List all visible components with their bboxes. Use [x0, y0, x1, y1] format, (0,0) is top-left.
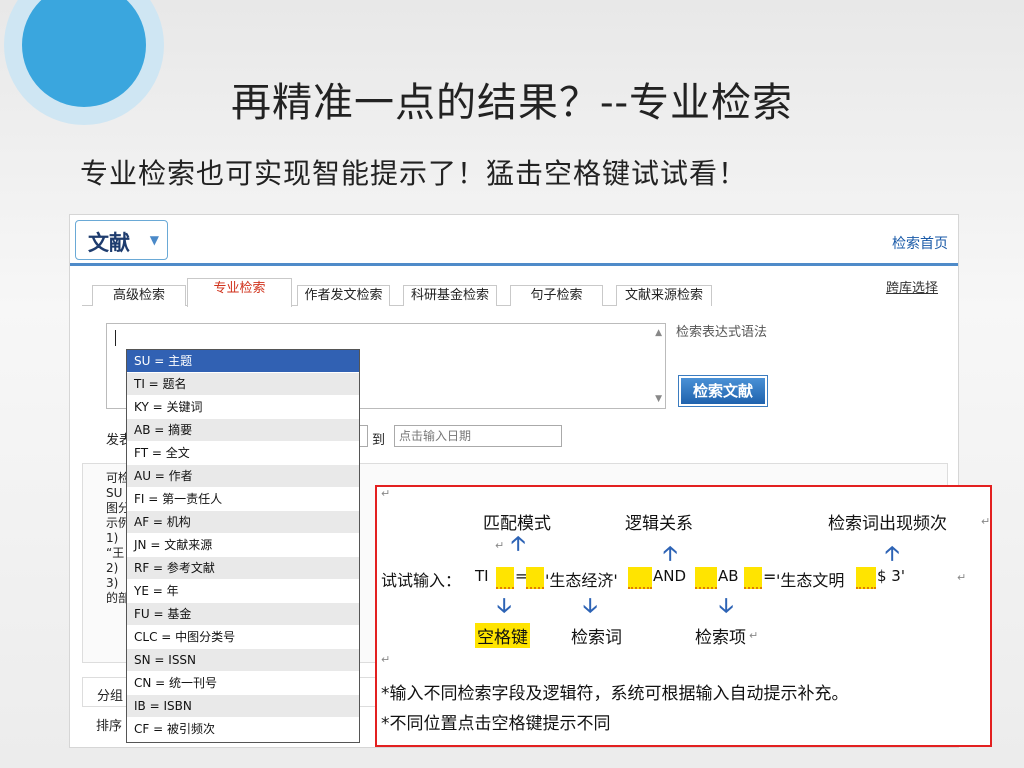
arrow-down-icon: 🡣 [497, 593, 512, 617]
dropdown-item[interactable]: CN = 统一刊号 [127, 672, 359, 695]
label-frequency: 检索词出现频次 [828, 514, 947, 534]
dropdown-item[interactable]: FU = 基金 [127, 603, 359, 626]
note-space-position: *不同位置点击空格键提示不同 [381, 714, 611, 734]
space-marker [628, 567, 652, 589]
database-selector-label: 文献 [88, 230, 130, 255]
header-divider [70, 263, 958, 266]
dropdown-item[interactable]: FT = 全文 [127, 442, 359, 465]
cross-database-link[interactable]: 跨库选择 [886, 277, 938, 296]
try-input-label: 试试输入： [381, 571, 462, 590]
dropdown-item[interactable]: JN = 文献来源 [127, 534, 359, 557]
dropdown-item[interactable]: FI = 第一责任人 [127, 488, 359, 511]
slide-title: 再精准一点的结果？--专业检索 [230, 80, 794, 126]
arrow-up-icon: 🡡 [511, 531, 526, 555]
database-selector[interactable]: 文献 ▼ [75, 220, 168, 260]
dropdown-item[interactable]: SU = 主题 [127, 350, 359, 373]
search-button-label: 检索文献 [681, 378, 765, 404]
search-button[interactable]: 检索文献 [678, 375, 768, 407]
tab-fund-search[interactable]: 科研基金检索 [403, 285, 497, 306]
dropdown-item[interactable]: AU = 作者 [127, 465, 359, 488]
arrow-down-icon: 🡣 [583, 593, 598, 617]
dropdown-item[interactable]: SN = ISSN [127, 649, 359, 672]
space-marker [695, 567, 717, 589]
space-marker [744, 567, 762, 589]
dropdown-item[interactable]: TI = 题名 [127, 373, 359, 396]
label-space-key: 空格键 [475, 623, 530, 648]
date-to-label: 到 [372, 433, 386, 448]
tab-sentence-search[interactable]: 句子检索 [510, 285, 603, 306]
arrow-down-icon: 🡣 [719, 593, 734, 617]
dropdown-item[interactable]: CLC = 中图分类号 [127, 626, 359, 649]
note-auto-complete: *输入不同检索字段及逻辑符，系统可根据输入自动提示补充。 [381, 684, 849, 704]
text-cursor [115, 330, 116, 346]
label-search-term: 检索词 [571, 628, 622, 648]
dropdown-item[interactable]: AF = 机构 [127, 511, 359, 534]
scroll-up-icon[interactable]: ▲ [655, 328, 662, 338]
sort-label: 排序 [96, 719, 123, 734]
space-marker [856, 567, 876, 589]
tab-advanced-search[interactable]: 高级检索 [92, 285, 186, 306]
group-label: 分组 [97, 689, 124, 704]
date-to-input[interactable]: 点击输入日期 [394, 425, 562, 447]
space-marker [526, 567, 544, 589]
dropdown-item[interactable]: AB = 摘要 [127, 419, 359, 442]
dropdown-item[interactable]: IB = ISBN [127, 695, 359, 718]
scroll-down-icon[interactable]: ▼ [655, 394, 662, 404]
syntax-help-link[interactable]: 检索表达式语法 [676, 321, 767, 340]
label-logic: 逻辑关系 [625, 514, 693, 534]
space-marker [496, 567, 514, 589]
dropdown-item[interactable]: KY = 关键词 [127, 396, 359, 419]
tab-source-search[interactable]: 文献来源检索 [616, 285, 712, 306]
tab-professional-search[interactable]: 专业检索 [187, 278, 292, 307]
label-search-field: 检索项 [695, 628, 746, 648]
field-suggestion-dropdown[interactable]: SU = 主题 TI = 题名 KY = 关键词 AB = 摘要 FT = 全文… [126, 349, 360, 743]
tip-callout: ↵ 匹配模式 逻辑关系 检索词出现频次 ↵ ↵ 🡡 🡡 🡡 试试输入： TI =… [375, 485, 992, 747]
dropdown-item[interactable]: RF = 参考文献 [127, 557, 359, 580]
search-home-link[interactable]: 检索首页 [892, 233, 948, 253]
tab-author-search[interactable]: 作者发文检索 [297, 285, 390, 306]
dropdown-item[interactable]: YE = 年 [127, 580, 359, 603]
dropdown-item[interactable]: CF = 被引频次 [127, 718, 359, 741]
slide-subtitle: 专业检索也可实现智能提示了！猛击空格键试试看！ [80, 157, 748, 190]
chevron-down-icon: ▼ [149, 233, 159, 247]
